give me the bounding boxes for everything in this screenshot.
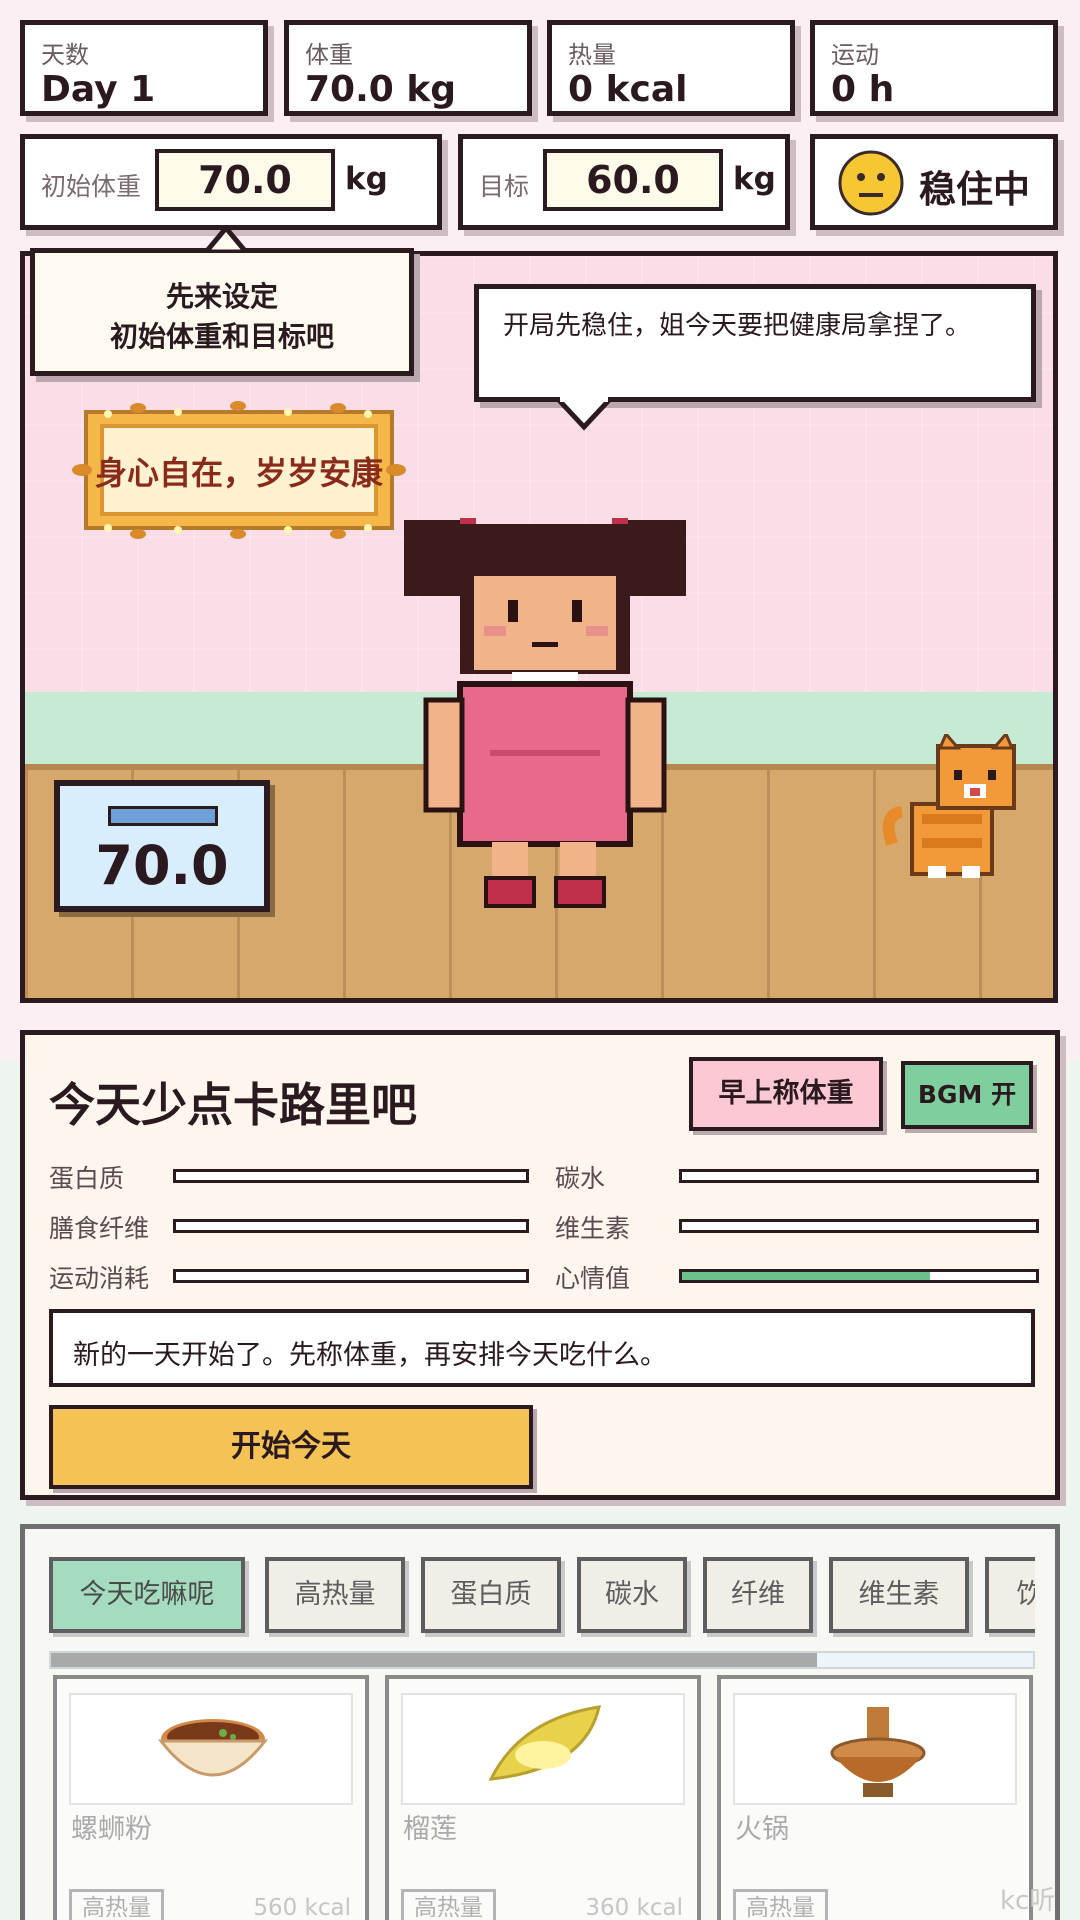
tab-what-to-eat[interactable]: 今天吃嘛呢 [49, 1557, 245, 1633]
initial-weight-panel: 初始体重 70.0 kg [20, 134, 442, 230]
tab-carbs[interactable]: 碳水 [577, 1557, 687, 1633]
stat-day: 天数 Day 1 [20, 20, 268, 116]
food-kcal: 360 kcal [585, 1895, 683, 1920]
daily-panel: 今天少点卡路里吧 早上称体重 BGM 开 蛋白质 碳水 膳食纤维 维生素 运动消… [20, 1030, 1060, 1500]
food-name: 火锅 [735, 1814, 789, 1845]
food-card[interactable]: 榴莲 高热量 360 kcal [385, 1675, 701, 1920]
stat-label: 热量 [568, 41, 616, 69]
food-image [401, 1693, 685, 1805]
initial-weight-label: 初始体重 [41, 172, 142, 201]
tab-scrollbar[interactable] [49, 1651, 1035, 1669]
message-box: 新的一天开始了。先称体重，再安排今天吃什么。 [49, 1309, 1035, 1387]
bar-label-protein: 蛋白质 [49, 1164, 125, 1193]
bgm-toggle-button[interactable]: BGM 开 [901, 1061, 1033, 1129]
tab-high-calorie[interactable]: 高热量 [265, 1557, 405, 1633]
watermark: kc听下载 [1000, 1886, 1056, 1916]
stat-label: 天数 [41, 41, 89, 69]
vitamin-bar [679, 1219, 1039, 1233]
stat-value: Day 1 [41, 69, 156, 110]
stat-value: 0 h [831, 69, 895, 110]
exercise-bar [173, 1269, 529, 1283]
carbs-bar [679, 1169, 1039, 1183]
stat-calories: 热量 0 kcal [547, 20, 795, 116]
weigh-in-button[interactable]: 早上称体重 [689, 1057, 883, 1131]
food-card[interactable]: 螺蛳粉 高热量 560 kcal [53, 1675, 369, 1920]
speech-text: 开局先稳住，姐今天要把健康局拿捏了。 [503, 311, 972, 341]
neutral-face-icon [838, 150, 904, 216]
speech-pointer [556, 397, 612, 431]
tab-drinks-clip: 饮 [985, 1557, 1035, 1641]
scale-indicator [108, 806, 218, 826]
tooltip-pointer [206, 226, 246, 252]
stat-label: 体重 [305, 41, 353, 69]
food-card[interactable]: 火锅 高热量 [717, 1675, 1033, 1920]
status-text: 稳住中 [919, 168, 1030, 211]
fiber-bar [173, 1219, 529, 1233]
bar-fill [682, 1272, 930, 1280]
stat-value: 0 kcal [568, 69, 688, 110]
target-weight-input[interactable]: 60.0 [543, 149, 723, 211]
initial-weight-input[interactable]: 70.0 [155, 149, 335, 211]
bar-label-fiber: 膳食纤维 [49, 1214, 150, 1243]
bar-label-vitamin: 维生素 [555, 1214, 631, 1243]
setup-hint-line1: 先来设定 [165, 280, 278, 313]
blessing-banner: 身心自在，岁岁安康 [68, 400, 410, 540]
food-image [69, 1693, 353, 1805]
food-tag: 高热量 [401, 1889, 496, 1920]
stat-weight: 体重 70.0 kg [284, 20, 532, 116]
weight-scale[interactable]: 70.0 [54, 780, 270, 912]
target-weight-panel: 目标 60.0 kg [458, 134, 790, 230]
tab-drinks[interactable]: 饮 [985, 1557, 1035, 1633]
tab-vitamin[interactable]: 维生素 [829, 1557, 969, 1633]
speech-bubble: 开局先稳住，姐今天要把健康局拿捏了。 [474, 284, 1036, 402]
initial-weight-unit: kg [345, 161, 388, 197]
stat-label: 运动 [831, 41, 879, 69]
durian-icon [488, 1705, 601, 1781]
food-kcal: 560 kcal [253, 1895, 351, 1920]
setup-hint-tooltip: 先来设定 初始体重和目标吧 [30, 248, 414, 376]
noodle-bowl-icon [157, 1719, 269, 1777]
mood-bar [679, 1269, 1039, 1283]
bar-label-mood: 心情值 [555, 1264, 631, 1293]
setup-hint-line2: 初始体重和目标吧 [109, 320, 334, 353]
scrollbar-thumb[interactable] [51, 1653, 817, 1667]
hotpot-icon [830, 1707, 926, 1797]
start-day-button[interactable]: 开始今天 [49, 1405, 533, 1489]
cat-icon [882, 734, 1016, 878]
food-tag: 高热量 [69, 1889, 164, 1920]
banner-text: 身心自在，岁岁安康 [94, 454, 383, 492]
girl-character [404, 518, 686, 908]
target-weight-label: 目标 [479, 172, 530, 201]
message-text: 新的一天开始了。先称体重，再安排今天吃什么。 [73, 1340, 667, 1371]
food-tag: 高热量 [733, 1889, 828, 1920]
food-image [733, 1693, 1017, 1805]
stat-value: 70.0 kg [305, 69, 457, 110]
status-panel: 稳住中 [810, 134, 1058, 230]
bar-label-carbs: 碳水 [555, 1164, 606, 1193]
panel-title: 今天少点卡路里吧 [49, 1078, 417, 1132]
scale-reading: 70.0 [95, 834, 229, 897]
tab-protein[interactable]: 蛋白质 [421, 1557, 561, 1633]
target-weight-unit: kg [733, 161, 776, 197]
tab-fiber[interactable]: 纤维 [703, 1557, 813, 1633]
stat-exercise: 运动 0 h [810, 20, 1058, 116]
protein-bar [173, 1169, 529, 1183]
food-name: 螺蛳粉 [71, 1814, 152, 1845]
bar-label-exercise: 运动消耗 [49, 1264, 150, 1293]
food-panel: 今天吃嘛呢 高热量 蛋白质 碳水 纤维 维生素 饮 螺蛳粉 高热量 560 kc… [20, 1524, 1060, 1920]
food-name: 榴莲 [403, 1814, 457, 1845]
